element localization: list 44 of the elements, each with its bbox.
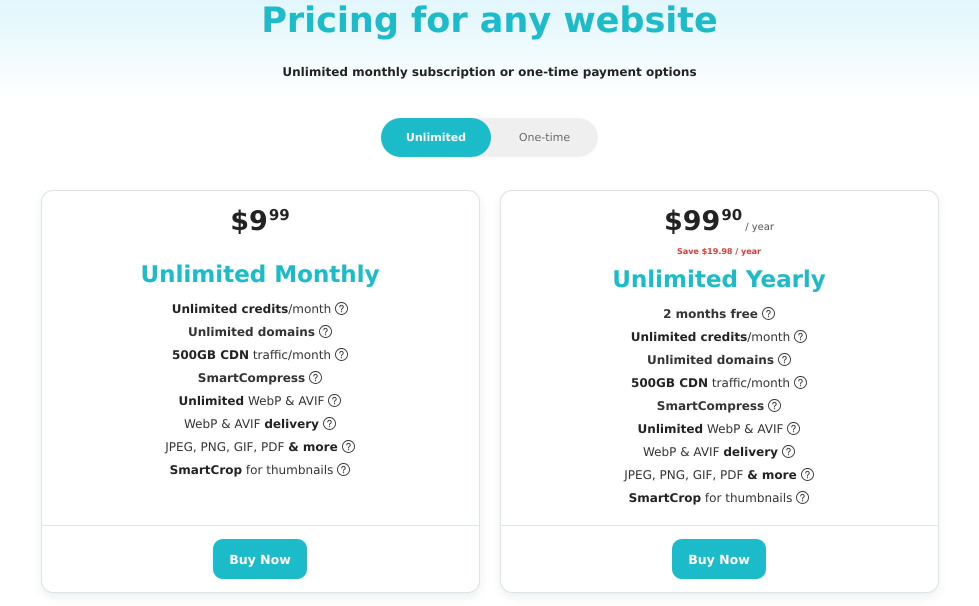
help-icon[interactable] [794,376,808,389]
feature-text: WebP & AVIF delivery [184,416,319,432]
help-icon[interactable] [342,440,355,453]
feature-text: Unlimited credits/month [630,328,790,344]
page-subtitle: Unlimited monthly subscription or one-time payment options [282,64,697,81]
feature-text: Unlimited domains [646,352,774,368]
savings-note: Save $19.98 / year [677,246,761,258]
help-icon[interactable] [335,302,348,315]
help-icon[interactable] [309,371,322,384]
price-period: / year [745,221,774,235]
help-icon[interactable] [762,307,775,320]
feature-text: JPEG, PNG, GIF, PDF & more [624,466,797,482]
feature-text: 500GB CDN traffic/month [172,346,332,362]
help-icon[interactable] [337,463,350,476]
feature-text: Unlimited WebP & AVIF [638,420,784,436]
feature-text: JPEG, PNG, GIF, PDF & more [165,438,338,454]
feature-text: 2 months free [663,306,758,322]
billing-toggle-option[interactable]: Unlimited [381,118,491,157]
page-title: Pricing for any website [261,0,718,42]
help-icon[interactable] [768,399,782,412]
help-icon[interactable] [782,445,795,458]
plan-title: Unlimited Monthly [140,261,380,290]
buy-now-button[interactable]: Buy Now [672,539,766,579]
feature-text: Unlimited WebP & AVIF [178,392,324,408]
buy-now-button[interactable]: Buy Now [213,539,307,579]
help-icon[interactable] [319,325,332,338]
help-icon[interactable] [778,353,791,366]
help-icon[interactable] [328,394,342,407]
help-icon[interactable] [335,348,348,361]
feature-text: SmartCompress [656,398,764,414]
feature-text: 500GB CDN traffic/month [630,374,790,390]
help-icon[interactable] [796,491,810,504]
billing-toggle-option[interactable]: One-time [491,118,598,157]
help-icon[interactable] [322,417,336,430]
help-icon[interactable] [800,468,814,481]
feature-text: WebP & AVIF delivery [643,444,778,460]
help-icon[interactable] [787,422,800,435]
feature-text: Unlimited credits/month [172,300,332,316]
feature-text: Unlimited domains [188,324,315,340]
plan-title: Unlimited Yearly [612,266,826,295]
feature-text: SmartCrop for thumbnails [628,490,792,506]
feature-text: SmartCompress [198,370,306,386]
feature-text: SmartCrop for thumbnails [170,462,334,478]
help-icon[interactable] [794,330,808,343]
